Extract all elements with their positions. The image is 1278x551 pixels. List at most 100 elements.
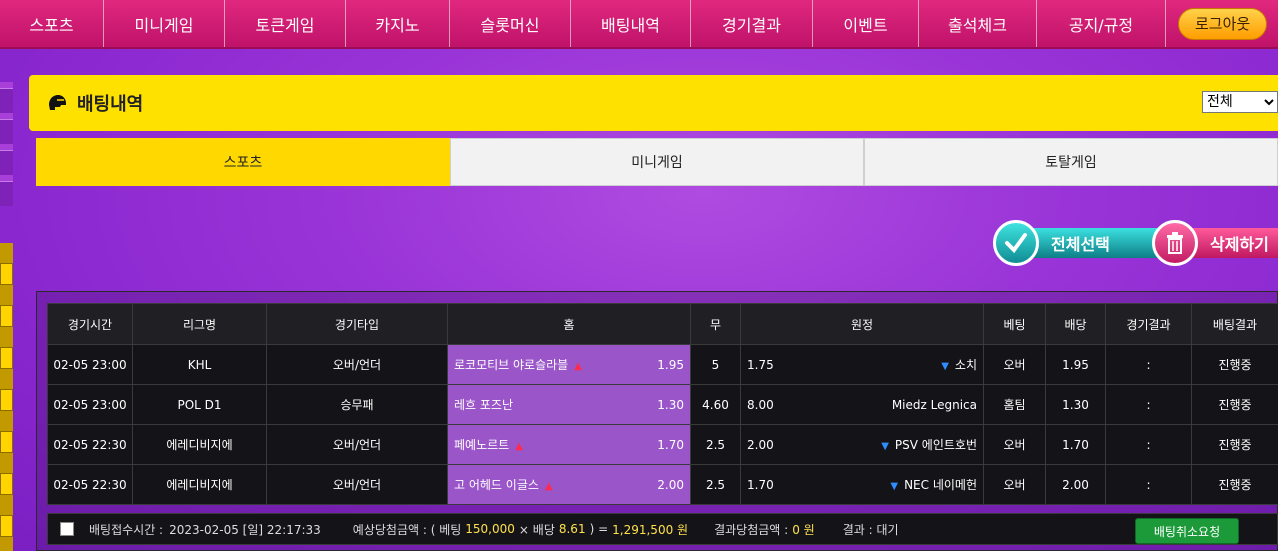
- check-icon: [993, 220, 1039, 266]
- away-team: PSV 에인트호번: [894, 438, 977, 452]
- nav-event[interactable]: 이벤트: [813, 0, 919, 47]
- bet-status: 진행중: [1191, 344, 1278, 385]
- home-odds: 2.00: [657, 477, 684, 492]
- col-header: 원정: [740, 303, 984, 345]
- col-header: 경기시간: [47, 303, 133, 345]
- league-name: 에레디비지에: [132, 464, 267, 505]
- draw-cell[interactable]: 5: [690, 344, 741, 385]
- league-name: POL D1: [132, 384, 267, 425]
- bet-odds: 1.95: [1045, 344, 1106, 385]
- game-type: 오버/언더: [266, 464, 448, 505]
- away-odds: 8.00: [747, 397, 774, 412]
- home-team: 레흐 포즈난: [454, 398, 514, 412]
- total-odds: 8.61: [558, 522, 586, 536]
- filter-select[interactable]: 전체: [1202, 91, 1278, 113]
- page-title: 배팅내역: [77, 94, 144, 115]
- arrow-down-icon: ▼: [890, 481, 899, 492]
- game-result: :: [1105, 424, 1192, 465]
- select-all-button[interactable]: 전체선택: [993, 218, 1177, 268]
- nav-notice-rules[interactable]: 공지/규정: [1037, 0, 1166, 47]
- draw-cell[interactable]: 2.5: [690, 424, 741, 465]
- home-odds: 1.95: [657, 357, 684, 372]
- tab-sports[interactable]: 스포츠: [36, 138, 450, 186]
- bet-choice: 오버: [983, 344, 1046, 385]
- bet-amount: 150,000: [465, 522, 515, 536]
- logout-button[interactable]: 로그아웃: [1178, 7, 1268, 40]
- draw-cell[interactable]: 2.5: [690, 464, 741, 505]
- league-name: 에레디비지에: [132, 424, 267, 465]
- category-tabs: 스포츠 미니게임 토탈게임: [36, 138, 1278, 186]
- tab-minigame[interactable]: 미니게임: [450, 138, 864, 186]
- table-row: 02-05 22:30 에레디비지에 오버/언더 고 어헤드 이글스 ▲ 2.00 …: [47, 464, 1278, 505]
- tab-total-game[interactable]: 토탈게임: [864, 138, 1278, 186]
- away-odds: 1.70: [747, 477, 774, 492]
- away-team: 소치: [954, 358, 977, 372]
- bet-summary: 배팅접수시간 : 2023-02-05 [일] 22:17:33 예상당첨금액 …: [47, 513, 1278, 545]
- col-header: 리그명: [132, 303, 267, 345]
- home-odds: 1.30: [657, 397, 684, 412]
- away-cell[interactable]: 1.70 ▼ NEC 네이메헌: [740, 464, 984, 505]
- away-cell[interactable]: 8.00 Miedz Legnica: [740, 384, 984, 425]
- home-cell[interactable]: 레흐 포즈난 1.30: [447, 384, 691, 425]
- home-cell[interactable]: 페예노르트 ▲ 1.70: [447, 424, 691, 465]
- draw-cell[interactable]: 4.60: [690, 384, 741, 425]
- home-team: 고 어헤드 이글스: [454, 478, 539, 492]
- left-yellow-strip: [0, 243, 13, 551]
- home-odds: 1.70: [657, 437, 684, 452]
- delete-button[interactable]: 삭제하기: [1152, 218, 1278, 268]
- table-header-row: 경기시간 리그명 경기타입 홈 무 원정 베팅 배당 경기결과 배팅결과: [47, 303, 1278, 345]
- away-cell[interactable]: 2.00 ▼ PSV 에인트호번: [740, 424, 984, 465]
- times-label: × 배당: [518, 522, 555, 537]
- nav-slot-machine[interactable]: 슬롯머신: [450, 0, 571, 47]
- bet-odds: 1.30: [1045, 384, 1106, 425]
- bet-choice: 오버: [983, 464, 1046, 505]
- left-sidebar-strip: [0, 82, 13, 206]
- trash-icon: [1152, 220, 1198, 266]
- time-value: 2023-02-05 [일] 22:17:33: [169, 522, 321, 537]
- home-team: 페예노르트: [454, 438, 510, 452]
- home-cell[interactable]: 로코모티브 야로슬라블 ▲ 1.95: [447, 344, 691, 385]
- bet-table: 경기시간 리그명 경기타입 홈 무 원정 베팅 배당 경기결과 배팅결과 02-…: [47, 303, 1278, 505]
- won-amount: 0 원: [792, 522, 815, 537]
- bet-status: 진행중: [1191, 424, 1278, 465]
- game-type: 승무패: [266, 384, 448, 425]
- arrow-down-icon: ▼: [881, 441, 889, 452]
- page-header: 배팅내역 전체: [29, 75, 1278, 131]
- game-result: :: [1105, 464, 1192, 505]
- game-result: :: [1105, 344, 1192, 385]
- bet-choice: 홈팀: [983, 384, 1046, 425]
- game-type: 오버/언더: [266, 424, 448, 465]
- bet-status: 진행중: [1191, 464, 1278, 505]
- arrow-down-icon: ▼: [941, 361, 949, 372]
- nav-sports[interactable]: 스포츠: [0, 0, 104, 47]
- cancel-bet-button[interactable]: 배팅취소요청: [1135, 518, 1239, 544]
- time-label: 배팅접수시간 :: [89, 522, 164, 537]
- select-checkbox[interactable]: [60, 522, 74, 536]
- league-name: KHL: [132, 344, 267, 385]
- nav-token-game[interactable]: 토큰게임: [225, 0, 346, 47]
- bet-odds: 2.00: [1045, 464, 1106, 505]
- bet-choice: 오버: [983, 424, 1046, 465]
- game-time: 02-05 22:30: [47, 424, 133, 465]
- game-result: :: [1105, 384, 1192, 425]
- col-header: 배당: [1045, 303, 1106, 345]
- col-header: 베팅: [983, 303, 1046, 345]
- top-navigation: 스포츠 미니게임 토큰게임 카지노 슬롯머신 배팅내역 경기결과 이벤트 출석체…: [0, 0, 1278, 49]
- result-status: 결과 : 대기: [842, 522, 899, 537]
- home-cell[interactable]: 고 어헤드 이글스 ▲ 2.00: [447, 464, 691, 505]
- home-team: 로코모티브 야로슬라블: [454, 358, 569, 372]
- nav-game-results[interactable]: 경기결과: [691, 0, 813, 47]
- helmet-icon: [49, 95, 66, 110]
- col-header: 홈: [447, 303, 691, 345]
- nav-betting-history[interactable]: 배팅내역: [571, 0, 691, 47]
- away-cell[interactable]: 1.75 ▼ 소치: [740, 344, 984, 385]
- arrow-up-icon: ▲: [544, 481, 553, 492]
- bet-odds: 1.70: [1045, 424, 1106, 465]
- arrow-up-icon: ▲: [574, 361, 582, 372]
- nav-minigame[interactable]: 미니게임: [104, 0, 225, 47]
- game-time: 02-05 23:00: [47, 344, 133, 385]
- nav-attendance[interactable]: 출석체크: [919, 0, 1037, 47]
- nav-casino[interactable]: 카지노: [346, 0, 450, 47]
- game-time: 02-05 22:30: [47, 464, 133, 505]
- expected-label: 예상당첨금액 : ( 베팅: [352, 522, 462, 537]
